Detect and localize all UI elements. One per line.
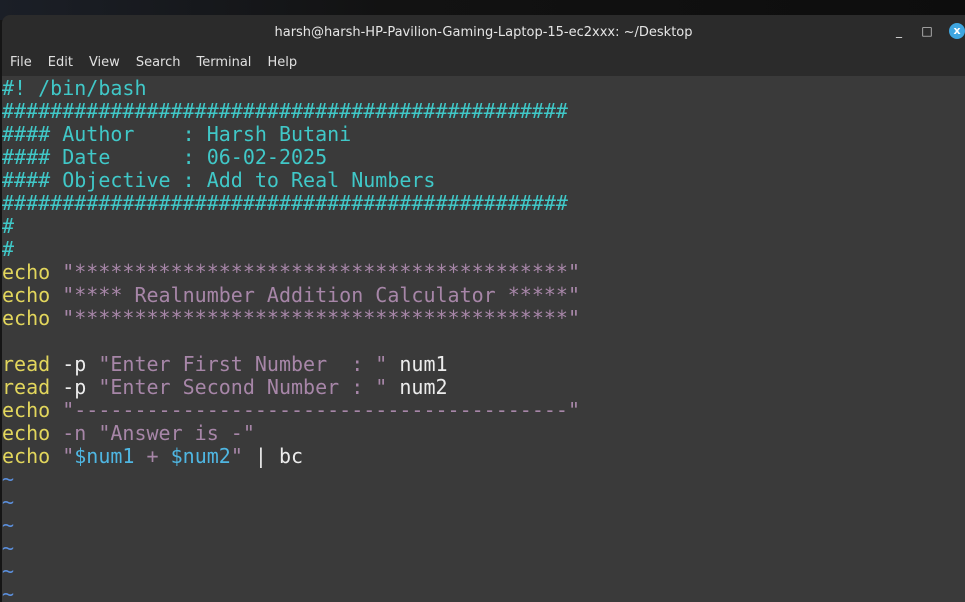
- code-token: "**** Realnumber Addition Calculator ***…: [62, 283, 580, 307]
- menu-help[interactable]: Help: [265, 55, 305, 70]
- empty-line-tilde: ~: [2, 491, 965, 514]
- menu-terminal[interactable]: Terminal: [194, 55, 259, 70]
- code-line: echo "**********************************…: [2, 307, 965, 330]
- code-token: ~: [2, 513, 15, 537]
- code-line: #### Objective : Add to Real Numbers: [2, 169, 965, 192]
- code-token: -n "Answer is -": [50, 421, 255, 445]
- code-line: #: [2, 238, 965, 261]
- code-token: #! /bin/bash: [2, 76, 147, 100]
- code-token: "***************************************…: [62, 260, 580, 284]
- code-token: ~: [2, 559, 15, 583]
- terminal-window: harsh@harsh-HP-Pavilion-Gaming-Laptop-15…: [2, 15, 965, 602]
- menu-search[interactable]: Search: [134, 55, 189, 70]
- code-line: ########################################…: [2, 100, 965, 123]
- code-token: read: [2, 352, 51, 376]
- maximize-button[interactable]: □: [921, 24, 933, 38]
- code-token: ~: [2, 467, 15, 491]
- code-line: read -p "Enter First Number : " num1: [2, 353, 965, 376]
- code-token: ~: [2, 582, 15, 602]
- code-line: #### Author : Harsh Butani: [2, 123, 965, 146]
- empty-line-tilde: ~: [2, 537, 965, 560]
- code-token: echo: [2, 421, 51, 445]
- code-line: echo "**********************************…: [2, 261, 965, 284]
- code-token: num1: [387, 352, 448, 376]
- code-token: #### Date : 06-02-2025: [2, 145, 328, 169]
- empty-line-tilde: ~: [2, 468, 965, 491]
- code-line: echo -n "Answer is -": [2, 422, 965, 445]
- code-token: echo: [2, 306, 51, 330]
- code-token: echo: [2, 444, 51, 468]
- code-token: +: [134, 444, 171, 468]
- code-line: read -p "Enter Second Number : " num2: [2, 376, 965, 399]
- title-bar[interactable]: harsh@harsh-HP-Pavilion-Gaming-Laptop-15…: [2, 15, 965, 49]
- terminal-editor[interactable]: #! /bin/bash ############################…: [2, 76, 965, 602]
- code-token: #: [2, 214, 15, 238]
- code-token: #### Author : Harsh Butani: [2, 122, 352, 146]
- code-token: #: [2, 237, 15, 261]
- code-token: ########################################…: [2, 99, 568, 123]
- code-line: echo "**** Realnumber Addition Calculato…: [2, 284, 965, 307]
- code-line: ########################################…: [2, 192, 965, 215]
- code-token: ": [62, 444, 75, 468]
- code-token: num2: [387, 375, 448, 399]
- code-token: ########################################…: [2, 191, 568, 215]
- code-line: #! /bin/bash: [2, 77, 965, 100]
- menu-edit[interactable]: Edit: [46, 55, 81, 70]
- window-title: harsh@harsh-HP-Pavilion-Gaming-Laptop-15…: [274, 24, 693, 40]
- code-token: -p: [50, 352, 99, 376]
- empty-line-tilde: ~: [2, 514, 965, 537]
- menu-bar: File Edit View Search Terminal Help: [2, 49, 965, 76]
- code-token: ": [230, 444, 243, 468]
- code-token: echo: [2, 283, 51, 307]
- code-line: #### Date : 06-02-2025: [2, 146, 965, 169]
- code-token: echo: [2, 260, 51, 284]
- minimize-button[interactable]: _: [893, 24, 905, 38]
- code-token: "Enter First Number : ": [98, 352, 388, 376]
- close-button[interactable]: x: [949, 23, 965, 39]
- menu-view[interactable]: View: [87, 55, 128, 70]
- code-token: $num2: [170, 444, 231, 468]
- code-line: #: [2, 215, 965, 238]
- code-token: $num1: [74, 444, 135, 468]
- code-token: read: [2, 375, 51, 399]
- code-token: #### Objective : Add to Real Numbers: [2, 168, 436, 192]
- code-token: "---------------------------------------…: [62, 398, 580, 422]
- code-line: echo "$num1 + $num2" | bc: [2, 445, 965, 468]
- code-token: ~: [2, 490, 15, 514]
- code-token: "Enter Second Number : ": [98, 375, 388, 399]
- code-token: echo: [2, 398, 51, 422]
- code-line: echo "----------------------------------…: [2, 399, 965, 422]
- empty-line-tilde: ~: [2, 583, 965, 602]
- code-token: "***************************************…: [62, 306, 580, 330]
- code-token: | bc: [242, 444, 304, 468]
- code-token: ~: [2, 536, 15, 560]
- menu-file[interactable]: File: [8, 55, 40, 70]
- code-token: -p: [50, 375, 99, 399]
- empty-line-tilde: ~: [2, 560, 965, 583]
